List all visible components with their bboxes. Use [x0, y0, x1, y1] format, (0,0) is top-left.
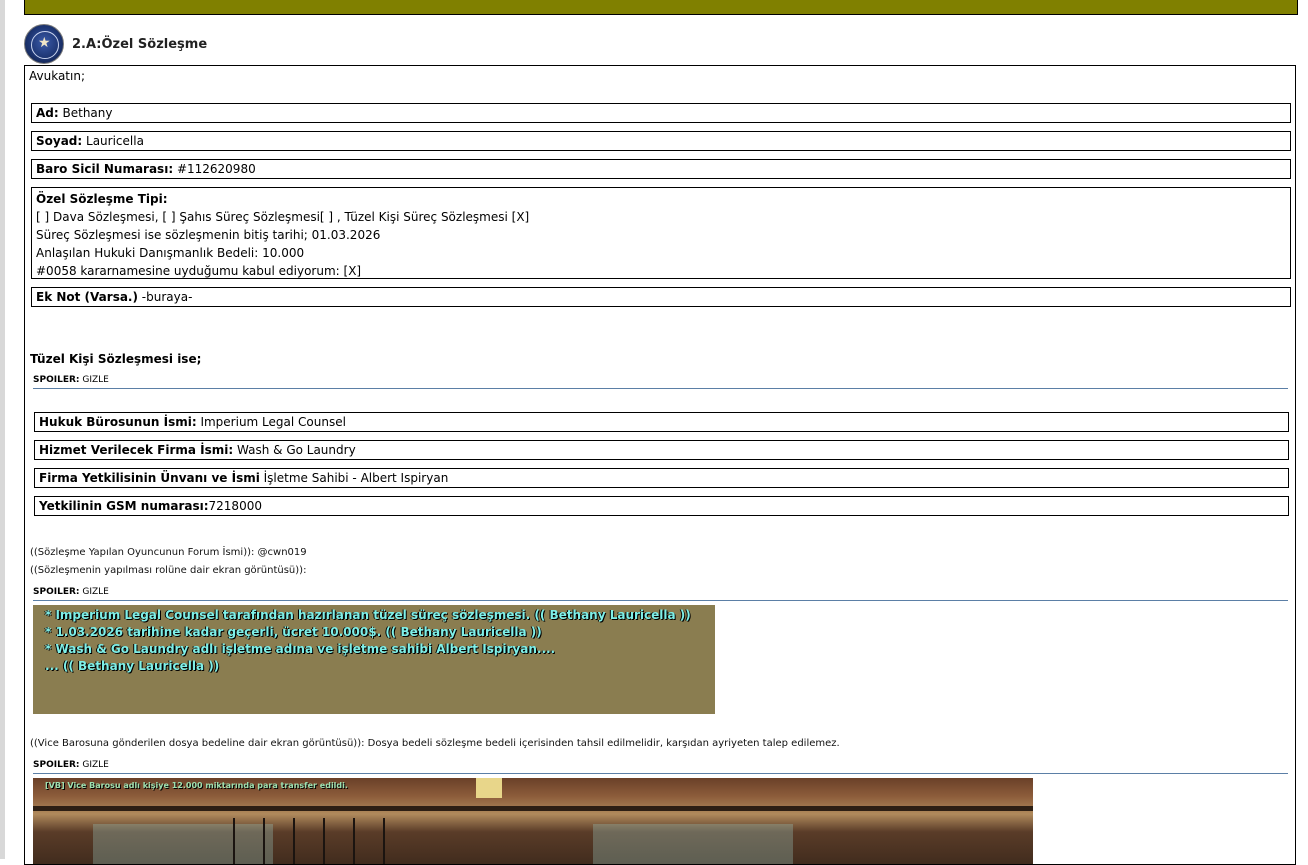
field-value: Lauricella [82, 134, 144, 148]
field-label: Firma Yetkilisinin Ünvanı ve İsmi [39, 471, 260, 485]
spoiler-toggle-button[interactable]: GIZLE [82, 587, 109, 597]
field-law-firm-name: Hukuk Bürosunun İsmi: Imperium Legal Cou… [34, 412, 1289, 432]
field-value: Bethany [58, 106, 113, 120]
chat-line: * Imperium Legal Counsel tarafından hazı… [45, 608, 691, 622]
contract-type-label: Özel Sözleşme Tipi: [36, 192, 168, 206]
field-value: Imperium Legal Counsel [196, 415, 346, 429]
spoiler-label: SPOILER: [33, 587, 80, 597]
page-scrollbar[interactable] [0, 0, 5, 859]
spoiler-header-2: SPOILER: GIZLE [33, 586, 1288, 601]
contract-end-date-line: Süreç Sözleşmesi ise sözleşmenin bitiş t… [36, 228, 381, 242]
post-header: 2.A:Özel Sözleşme [24, 24, 207, 64]
post-title: 2.A:Özel Sözleşme [72, 36, 208, 52]
avatar[interactable] [24, 24, 64, 64]
railing-post [233, 818, 235, 864]
spoiler-header-3: SPOILER: GIZLE [33, 759, 1288, 774]
railing-post [383, 818, 385, 864]
field-value: 7218000 [208, 499, 262, 513]
contract-fee-line: Anlaşılan Hukuki Danışmanlık Bedeli: 10.… [36, 246, 305, 260]
field-label: Soyad: [36, 134, 83, 148]
post-body: Avukatın; Ad: Bethany Soyad: Lauricella … [24, 65, 1296, 865]
field-bar-number: Baro Sicil Numarası: #112620980 [31, 159, 1291, 179]
transfer-message: [VB] Vice Barosu adlı kişiye 12.000 mikt… [45, 781, 348, 790]
ceiling-lamp [476, 778, 502, 798]
forum-name-line: ((Sözleşme Yapılan Oyuncunun Forum İsmi)… [30, 547, 307, 558]
extra-note-value: -buraya- [137, 290, 193, 304]
fee-screenshot-line: ((Vice Barosuna gönderilen dosya bedelin… [30, 738, 840, 749]
spoiler-label: SPOILER: [33, 760, 80, 770]
field-label: Ad: [36, 106, 59, 120]
field-representative-gsm: Yetkilinin GSM numarası:7218000 [34, 496, 1289, 516]
field-label: Hukuk Bürosunun İsmi: [39, 415, 197, 429]
screenshot-note-line: ((Sözleşmenin yapılması rolüne dair ekra… [30, 565, 307, 576]
legal-entity-heading: Tüzel Kişi Sözleşmesi ise; [30, 352, 202, 366]
field-value: Wash & Go Laundry [233, 443, 356, 457]
contract-roleplay-screenshot[interactable]: * Imperium Legal Counsel tarafından hazı… [33, 605, 715, 714]
chat-line: * 1.03.2026 tarihine kadar geçerli, ücre… [45, 625, 542, 639]
fee-transfer-screenshot[interactable]: [VB] Vice Barosu adlı kişiye 12.000 mikt… [33, 778, 1033, 864]
contract-type-box: Özel Sözleşme Tipi: [ ] Dava Sözleşmesi,… [31, 187, 1291, 279]
field-first-name: Ad: Bethany [31, 103, 1291, 123]
railing-bar [33, 806, 1033, 811]
extra-note-box: Ek Not (Varsa.) -buraya- [31, 287, 1291, 307]
field-label: Hizmet Verilecek Firma İsmi: [39, 443, 234, 457]
field-value: #112620980 [173, 162, 256, 176]
contract-type-line: [ ] Dava Sözleşmesi, [ ] Şahıs Süreç Söz… [36, 210, 530, 224]
chat-line: * Wash & Go Laundry adlı işletme adına v… [45, 642, 556, 656]
field-company-representative: Firma Yetkilisinin Ünvanı ve İsmi İşletm… [34, 468, 1289, 488]
decree-acceptance-line: #0058 kararnamesine uyduğumu kabul ediyo… [36, 264, 362, 278]
spoiler-toggle-button[interactable]: GIZLE [82, 375, 109, 385]
spoiler-toggle-button[interactable]: GIZLE [82, 760, 109, 770]
field-value: İşletme Sahibi - Albert Ispiryan [259, 471, 449, 485]
intro-text: Avukatın; [29, 69, 85, 83]
forum-top-bar [24, 0, 1298, 15]
railing-post [293, 818, 295, 864]
railing-post [323, 818, 325, 864]
field-label: Baro Sicil Numarası: [36, 162, 174, 176]
field-label: Yetkilinin GSM numarası: [39, 499, 209, 513]
extra-note-label: Ek Not (Varsa.) [36, 290, 138, 304]
chat-line: ... (( Bethany Lauricella )) [45, 659, 220, 673]
field-last-name: Soyad: Lauricella [31, 131, 1291, 151]
railing-post [353, 818, 355, 864]
spoiler-label: SPOILER: [33, 375, 80, 385]
railing-post [263, 818, 265, 864]
spoiler-header-1: SPOILER: GIZLE [33, 374, 1288, 389]
field-client-company: Hizmet Verilecek Firma İsmi: Wash & Go L… [34, 440, 1289, 460]
